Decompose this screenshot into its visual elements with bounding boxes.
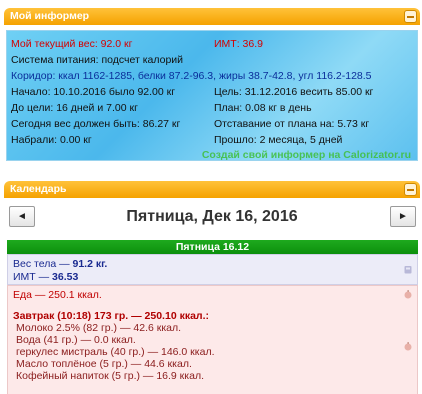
scale-icon[interactable]: [404, 265, 412, 274]
calendar-date-title: Пятница, Дек 16, 2016: [126, 208, 298, 225]
create-informer-link[interactable]: Создай свой информер на Calorizator.ru: [202, 149, 411, 160]
plan-info: План: 0.08 кг в день: [214, 102, 312, 114]
current-weight: Мой текущий вес: 92.0 кг: [11, 38, 133, 50]
bmi-line: ИМТ — 36.53: [13, 271, 78, 283]
calendar-navigation: ◄ Пятница, Дек 16, 2016 ►: [6, 204, 418, 232]
food-item: Масло топлёное (5 гр.) — 44.6 ккал.: [16, 358, 192, 370]
bmi-label: ИМТ —: [13, 271, 53, 283]
calendar-collapse-button[interactable]: [404, 183, 417, 196]
weight-section: Вес тела — 91.2 кг. ИМТ — 36.53: [7, 254, 418, 285]
to-goal-info: До цели: 16 дней и 7.00 кг: [11, 102, 138, 114]
informer-title: Мой информер: [10, 10, 90, 22]
food-item: Кофейный напиток (5 гр.) — 16.9 ккал.: [16, 370, 204, 382]
calorie-corridor: Коридор: ккал 1162-1285, белки 87.2-96.3…: [11, 70, 372, 82]
apple-icon[interactable]: [404, 290, 412, 299]
food-total: Еда — 250.1 ккал.: [13, 289, 102, 301]
elapsed-info: Прошло: 2 месяца, 5 дней: [214, 134, 343, 146]
body-weight-line: Вес тела — 91.2 кг.: [13, 258, 107, 270]
food-item: Вода (41 гр.) — 0.0 ккал.: [16, 334, 136, 346]
goal-info: Цель: 31.12.2016 весить 85.00 кг: [214, 86, 374, 98]
gained-info: Набрали: 0.00 кг: [11, 134, 92, 146]
apple-icon[interactable]: [404, 342, 412, 351]
informer-header: Мой информер: [4, 8, 420, 25]
plan-lag-info: Отставание от плана на: 5.73 кг: [214, 118, 370, 130]
food-item: Молоко 2.5% (82 гр.) — 42.6 ккал.: [16, 322, 182, 334]
food-section: Еда — 250.1 ккал. Завтрак (10:18) 173 гр…: [7, 285, 418, 394]
bmi-day-value: 36.53: [52, 271, 79, 283]
calendar-title-label: Календарь: [10, 183, 67, 195]
meal-breakfast: Завтрак (10:18) 173 гр. — 250.10 ккал.:: [13, 310, 210, 322]
food-item: геркулес мистраль (40 гр.) — 146.0 ккал.: [16, 346, 215, 358]
body-weight-value: 91.2 кг.: [72, 258, 108, 270]
day-bar: Пятница 16.12: [7, 240, 418, 254]
informer-panel: Мой текущий вес: 92.0 кг ИМТ: 36.9 Систе…: [6, 30, 418, 161]
nutrition-system: Система питания: подсчет калорий: [11, 54, 184, 66]
start-info: Начало: 10.10.2016 было 92.00 кг: [11, 86, 176, 98]
calendar-header: Календарь: [4, 181, 420, 198]
bmi-value: ИМТ: 36.9: [214, 38, 263, 50]
should-weigh-info: Сегодня вес должен быть: 86.27 кг: [11, 118, 181, 130]
informer-collapse-button[interactable]: [404, 10, 417, 23]
next-day-button[interactable]: ►: [390, 206, 416, 227]
body-weight-label: Вес тела —: [13, 258, 73, 270]
